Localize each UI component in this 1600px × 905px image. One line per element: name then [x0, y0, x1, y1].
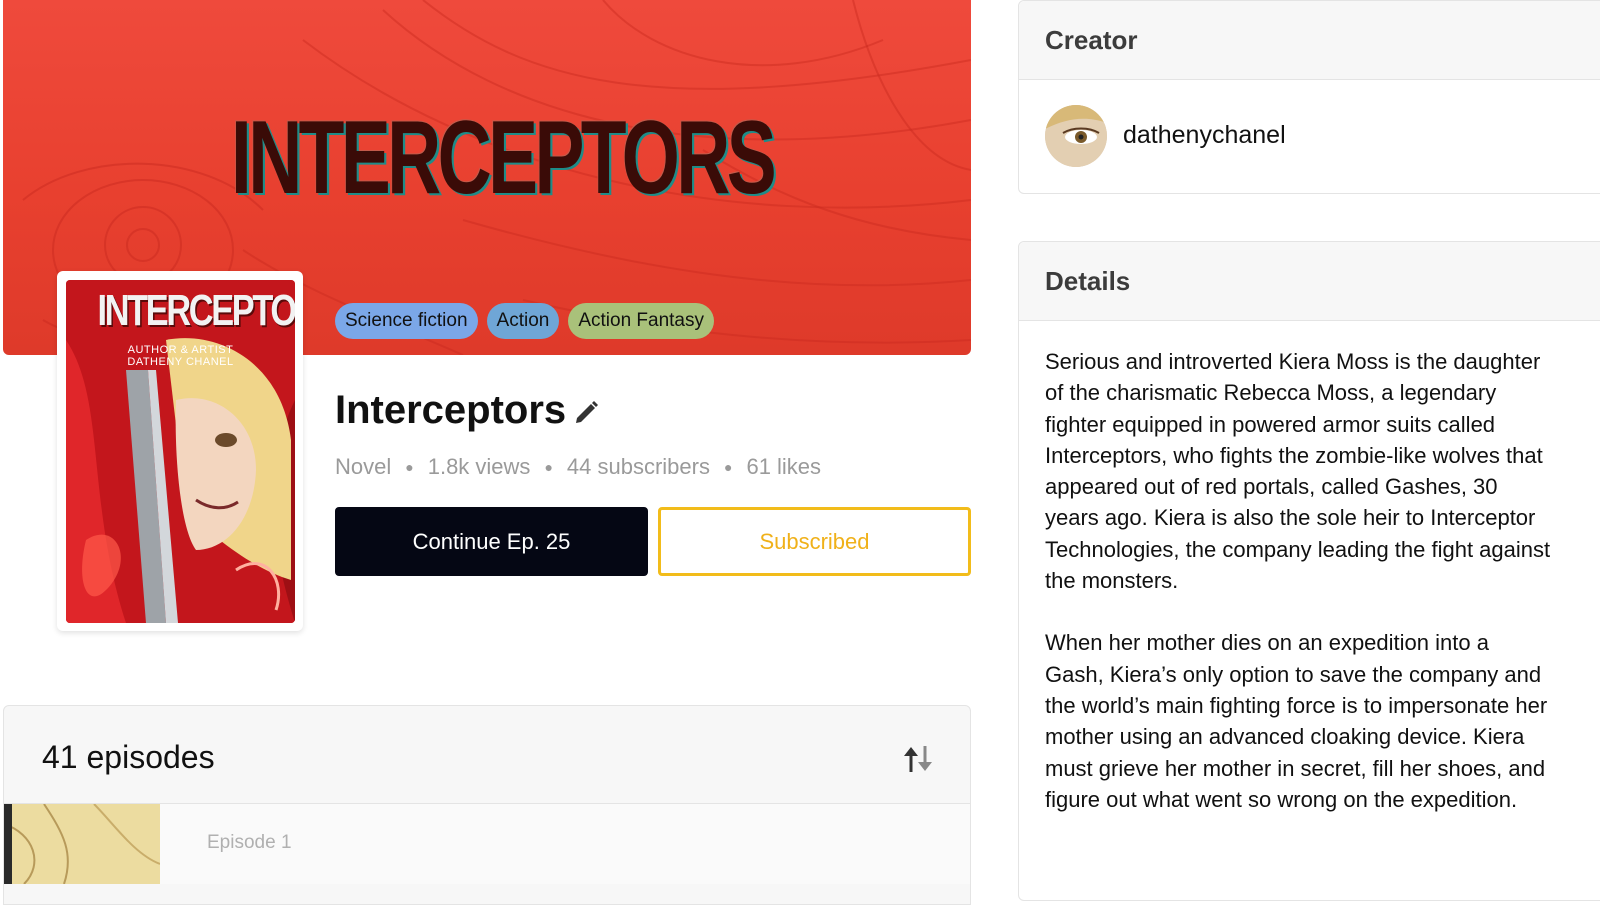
- series-meta: Novel ● 1.8k views ● 44 subscribers ● 61…: [335, 454, 821, 480]
- details-heading: Details: [1045, 266, 1131, 296]
- episode-thumbnail-art: [4, 804, 160, 884]
- episodes-count: 41 episodes: [42, 739, 215, 775]
- details-paragraph: Serious and introverted Kiera Moss is th…: [1045, 349, 1551, 594]
- views-count: 1.8k views: [427, 454, 531, 479]
- likes-count: 61 likes: [746, 454, 822, 479]
- pencil-icon[interactable]: [573, 398, 601, 426]
- meta-separator: ●: [723, 459, 733, 475]
- avatar-artwork: [1045, 105, 1107, 167]
- episode-label: Episode 1: [207, 832, 292, 853]
- tag-science-fiction[interactable]: Science fiction: [335, 303, 478, 339]
- creator-name[interactable]: dathenychanel: [1123, 121, 1286, 150]
- tag-action-fantasy[interactable]: Action Fantasy: [568, 303, 714, 339]
- episode-row[interactable]: Episode 1: [4, 804, 970, 884]
- details-card: Details Serious and introverted Kiera Mo…: [1018, 241, 1600, 901]
- avatar[interactable]: [1045, 105, 1107, 167]
- subscribers-count: 44 subscribers: [566, 454, 710, 479]
- tag-action[interactable]: Action: [486, 303, 560, 339]
- series-title: Interceptors: [335, 388, 567, 432]
- cover-title: INTERCEPTORS: [97, 286, 295, 335]
- genre-tags: Science fiction Action Action Fantasy: [335, 303, 714, 339]
- creator-card-header: Creator: [1019, 1, 1600, 80]
- cover-author: DATHENY CHANEL: [127, 356, 234, 368]
- meta-separator: ●: [405, 459, 414, 475]
- creator-card: Creator dathenychanel: [1018, 0, 1600, 194]
- episodes-header: 41 episodes: [4, 706, 970, 804]
- sort-icon[interactable]: [900, 744, 936, 774]
- continue-button[interactable]: Continue Ep. 25: [335, 507, 648, 576]
- cover-subtitle: AUTHOR & ARTIST: [127, 344, 234, 356]
- episodes-panel: 41 episodes Episode 1: [3, 705, 971, 905]
- subscribed-button[interactable]: Subscribed: [658, 507, 971, 576]
- episode-thumbnail: [4, 804, 160, 884]
- creator-heading: Creator: [1045, 25, 1138, 55]
- details-description: Serious and introverted Kiera Moss is th…: [1045, 346, 1551, 846]
- banner-title: INTERCEPTORS: [231, 100, 777, 216]
- cover-image: INTERCEPTORS AUTHOR & ARTIST DATHENY CHA…: [66, 280, 295, 623]
- details-card-header: Details: [1019, 242, 1600, 321]
- series-type: Novel: [335, 454, 392, 479]
- meta-separator: ●: [544, 459, 553, 475]
- details-paragraph: When her mother dies on an expedition in…: [1045, 630, 1548, 812]
